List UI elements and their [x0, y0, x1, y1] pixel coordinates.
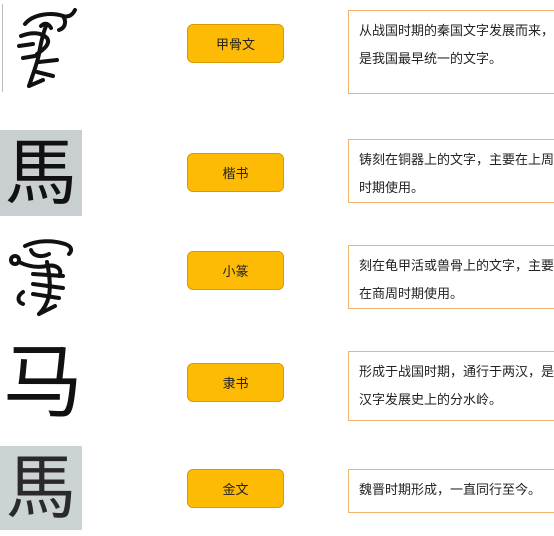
- description-box: 铸刻在铜器上的文字，主要在上周时期使用。: [348, 139, 554, 203]
- glyph-character: 马: [3, 336, 83, 429]
- description-text: 魏晋时期形成，一直同行至今。: [359, 483, 542, 498]
- carved-horse-character-icon: 馬: [0, 130, 82, 216]
- description-text: 形成于战国时期，通行于两汉，是汉字发展史上的分水岭。: [359, 365, 554, 408]
- script-button-label: 隶书: [222, 377, 249, 392]
- description-box: 从战国时期的秦国文字发展而来，是我国最早统一的文字。: [348, 10, 554, 94]
- script-button-label: 金文: [222, 483, 249, 498]
- glyph-character: 馬: [6, 447, 76, 529]
- script-button-label: 楷书: [222, 167, 249, 182]
- script-button-xiaozhuan[interactable]: 小篆: [187, 251, 284, 290]
- seal-script-horse-icon: [0, 232, 86, 318]
- oracle-bone-horse-icon: [0, 2, 86, 94]
- script-button-label: 甲骨文: [215, 38, 255, 53]
- description-text: 刻在龟甲活或兽骨上的文字，主要在商周时期使用。: [359, 259, 554, 302]
- description-box: 形成于战国时期，通行于两汉，是汉字发展史上的分水岭。: [348, 351, 554, 421]
- description-box: 魏晋时期形成，一直同行至今。: [348, 469, 554, 513]
- simplified-horse-character-icon: 马: [0, 338, 86, 428]
- description-text: 从战国时期的秦国文字发展而来，是我国最早统一的文字。: [359, 24, 554, 67]
- glyph-character: 馬: [4, 131, 77, 215]
- script-button-lishu[interactable]: 隶书: [187, 363, 284, 402]
- script-button-kaishu[interactable]: 楷书: [187, 153, 284, 192]
- script-button-jinwen[interactable]: 金文: [187, 469, 284, 508]
- bronze-horse-character-icon: 馬: [0, 446, 82, 530]
- script-button-label: 小篆: [222, 265, 249, 280]
- description-box: 刻在龟甲活或兽骨上的文字，主要在商周时期使用。: [348, 245, 554, 309]
- script-button-jiaguwen[interactable]: 甲骨文: [187, 24, 284, 63]
- description-text: 铸刻在铜器上的文字，主要在上周时期使用。: [359, 153, 554, 196]
